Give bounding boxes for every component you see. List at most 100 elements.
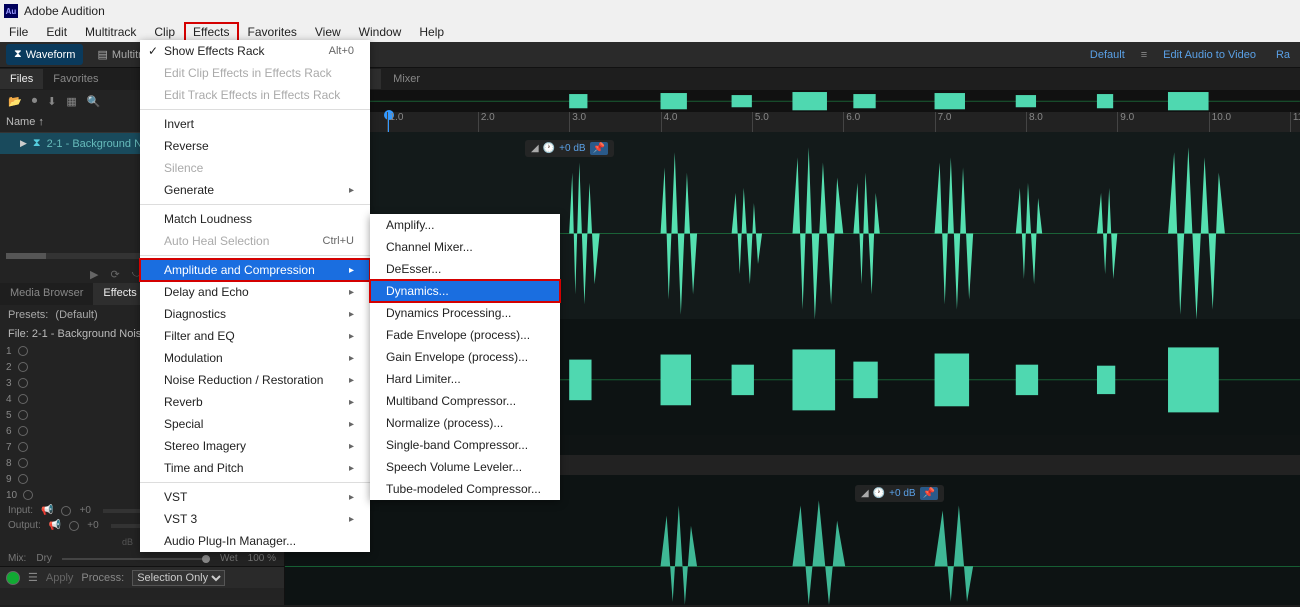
hud-db[interactable]: +0 dB <box>889 488 915 499</box>
menu-item[interactable]: Audio Plug-In Manager... <box>140 530 370 552</box>
submenu-item[interactable]: Normalize (process)... <box>370 412 560 434</box>
fade-icon[interactable]: ◢ <box>531 143 539 154</box>
power-icon[interactable] <box>18 378 28 388</box>
menu-item[interactable]: Modulation▸ <box>140 347 370 369</box>
menu-item[interactable]: Filter and EQ▸ <box>140 325 370 347</box>
disclosure-icon[interactable]: ▶ <box>20 138 27 149</box>
menu-item[interactable]: Delay and Echo▸ <box>140 281 370 303</box>
grid-icon[interactable]: ▦ <box>66 95 76 108</box>
submenu-item[interactable]: Single-band Compressor... <box>370 434 560 456</box>
menu-help[interactable]: Help <box>410 22 453 42</box>
mix-dry: Dry <box>36 553 52 564</box>
tab-favorites[interactable]: Favorites <box>43 69 108 89</box>
submenu-item[interactable]: DeEsser... <box>370 258 560 280</box>
power-icon[interactable] <box>23 490 33 500</box>
overview-strip[interactable] <box>285 90 1300 112</box>
import-icon[interactable]: ⬇ <box>47 95 56 108</box>
input-value[interactable]: +0 <box>79 505 90 516</box>
tab-media-browser[interactable]: Media Browser <box>0 283 93 305</box>
output-value[interactable]: +0 <box>87 520 98 531</box>
menu-effects[interactable]: Effects <box>184 22 238 42</box>
menu-item[interactable]: Reverse <box>140 135 370 157</box>
menu-item[interactable]: Special▸ <box>140 413 370 435</box>
tab-files[interactable]: Files <box>0 69 43 89</box>
volume-hud-bottom[interactable]: ◢ 🕐 +0 dB 📌 <box>855 485 944 502</box>
menu-edit[interactable]: Edit <box>37 22 76 42</box>
menu-view[interactable]: View <box>306 22 350 42</box>
menu-item[interactable]: VST▸ <box>140 486 370 508</box>
apply-button[interactable]: Apply <box>46 572 74 584</box>
power-icon[interactable] <box>69 521 79 531</box>
submenu-item[interactable]: Hard Limiter... <box>370 368 560 390</box>
power-icon[interactable] <box>18 442 28 452</box>
power-icon[interactable] <box>61 506 71 516</box>
tab-mixer[interactable]: Mixer <box>381 69 432 89</box>
power-icon[interactable] <box>18 474 28 484</box>
submenu-item[interactable]: Multiband Compressor... <box>370 390 560 412</box>
volume-hud[interactable]: ◢ 🕐 +0 dB 📌 <box>525 140 614 157</box>
mix-row[interactable]: Mix: Dry Wet 100 % <box>0 551 284 566</box>
menu-item[interactable]: Noise Reduction / Restoration▸ <box>140 369 370 391</box>
record-icon[interactable]: ⏺ <box>32 95 38 108</box>
submenu-item[interactable]: Tube-modeled Compressor... <box>370 478 560 500</box>
menubar[interactable]: File Edit Multitrack Clip Effects Favori… <box>0 22 1300 42</box>
slider-thumb[interactable] <box>202 555 210 563</box>
power-icon[interactable] <box>18 426 28 436</box>
menu-item[interactable]: Time and Pitch▸ <box>140 457 370 479</box>
submenu-arrow-icon: ▸ <box>349 287 354 298</box>
power-icon[interactable] <box>18 394 28 404</box>
menu-item[interactable]: Stereo Imagery▸ <box>140 435 370 457</box>
time-ruler[interactable]: 1.0 2.0 3.0 4.0 5.0 6.0 7.0 8.0 9.0 10.0… <box>285 112 1300 132</box>
process-row[interactable]: ☰ Apply Process: Selection Only <box>0 566 284 588</box>
hud-db[interactable]: +0 dB <box>559 143 585 154</box>
mix-pct[interactable]: 100 % <box>248 553 276 564</box>
menu-window[interactable]: Window <box>350 22 411 42</box>
menu-item[interactable]: Amplitude and Compression▸ <box>140 259 370 281</box>
workspace-default[interactable]: Default <box>1080 49 1135 61</box>
workspace-edit-av[interactable]: Edit Audio to Video <box>1153 49 1266 61</box>
pin-icon[interactable]: 📌 <box>920 487 938 500</box>
menu-multitrack[interactable]: Multitrack <box>76 22 145 42</box>
submenu-item[interactable]: Gain Envelope (process)... <box>370 346 560 368</box>
menu-item[interactable]: Diagnostics▸ <box>140 303 370 325</box>
submenu-item[interactable]: Channel Mixer... <box>370 236 560 258</box>
submenu-item[interactable]: Amplify... <box>370 214 560 236</box>
effects-menu[interactable]: Show Effects RackAlt+0Edit Clip Effects … <box>140 40 370 552</box>
workspace-trunc[interactable]: Ra <box>1266 49 1300 61</box>
loop-icon[interactable]: ⟳ <box>110 268 119 281</box>
submenu-item[interactable]: Dynamics... <box>370 280 560 302</box>
submenu-item[interactable]: Speech Volume Leveler... <box>370 456 560 478</box>
power-icon[interactable] <box>18 458 28 468</box>
process-select[interactable]: Selection Only <box>132 570 225 586</box>
scroll-thumb[interactable] <box>6 253 46 259</box>
menu-file[interactable]: File <box>0 22 37 42</box>
submenu-item[interactable]: Dynamics Processing... <box>370 302 560 324</box>
menu-favorites[interactable]: Favorites <box>239 22 306 42</box>
menu-item[interactable]: Reverb▸ <box>140 391 370 413</box>
open-folder-icon[interactable]: 📂 <box>8 95 22 108</box>
workspace-menu-icon[interactable]: ≡ <box>1135 49 1153 61</box>
search-icon[interactable]: 🔍 <box>87 95 101 108</box>
menu-item[interactable]: VST 3▸ <box>140 508 370 530</box>
presets-value[interactable]: (Default) <box>55 309 97 321</box>
list-icon[interactable]: ☰ <box>28 571 38 584</box>
play-icon[interactable]: ▶ <box>90 268 98 281</box>
menu-item[interactable]: Invert <box>140 113 370 135</box>
clock-icon[interactable]: 🕐 <box>873 488 885 499</box>
mix-slider[interactable] <box>62 558 210 560</box>
clock-icon[interactable]: 🕐 <box>543 143 555 154</box>
editor-tabs[interactable]: und Noise.wav Mixer <box>285 68 1300 90</box>
power-icon[interactable] <box>18 346 28 356</box>
mode-waveform[interactable]: ⧗Waveform <box>6 44 83 65</box>
power-icon[interactable] <box>18 362 28 372</box>
fade-icon[interactable]: ◢ <box>861 488 869 499</box>
power-icon[interactable] <box>18 410 28 420</box>
menu-item[interactable]: Generate▸ <box>140 179 370 201</box>
rack-power-icon[interactable] <box>6 571 20 585</box>
menu-item[interactable]: Match Loudness <box>140 208 370 230</box>
menu-clip[interactable]: Clip <box>145 22 184 42</box>
pin-icon[interactable]: 📌 <box>590 142 608 155</box>
submenu-item[interactable]: Fade Envelope (process)... <box>370 324 560 346</box>
menu-item[interactable]: Show Effects RackAlt+0 <box>140 40 370 62</box>
amplitude-submenu[interactable]: Amplify...Channel Mixer...DeEsser...Dyna… <box>370 214 560 500</box>
